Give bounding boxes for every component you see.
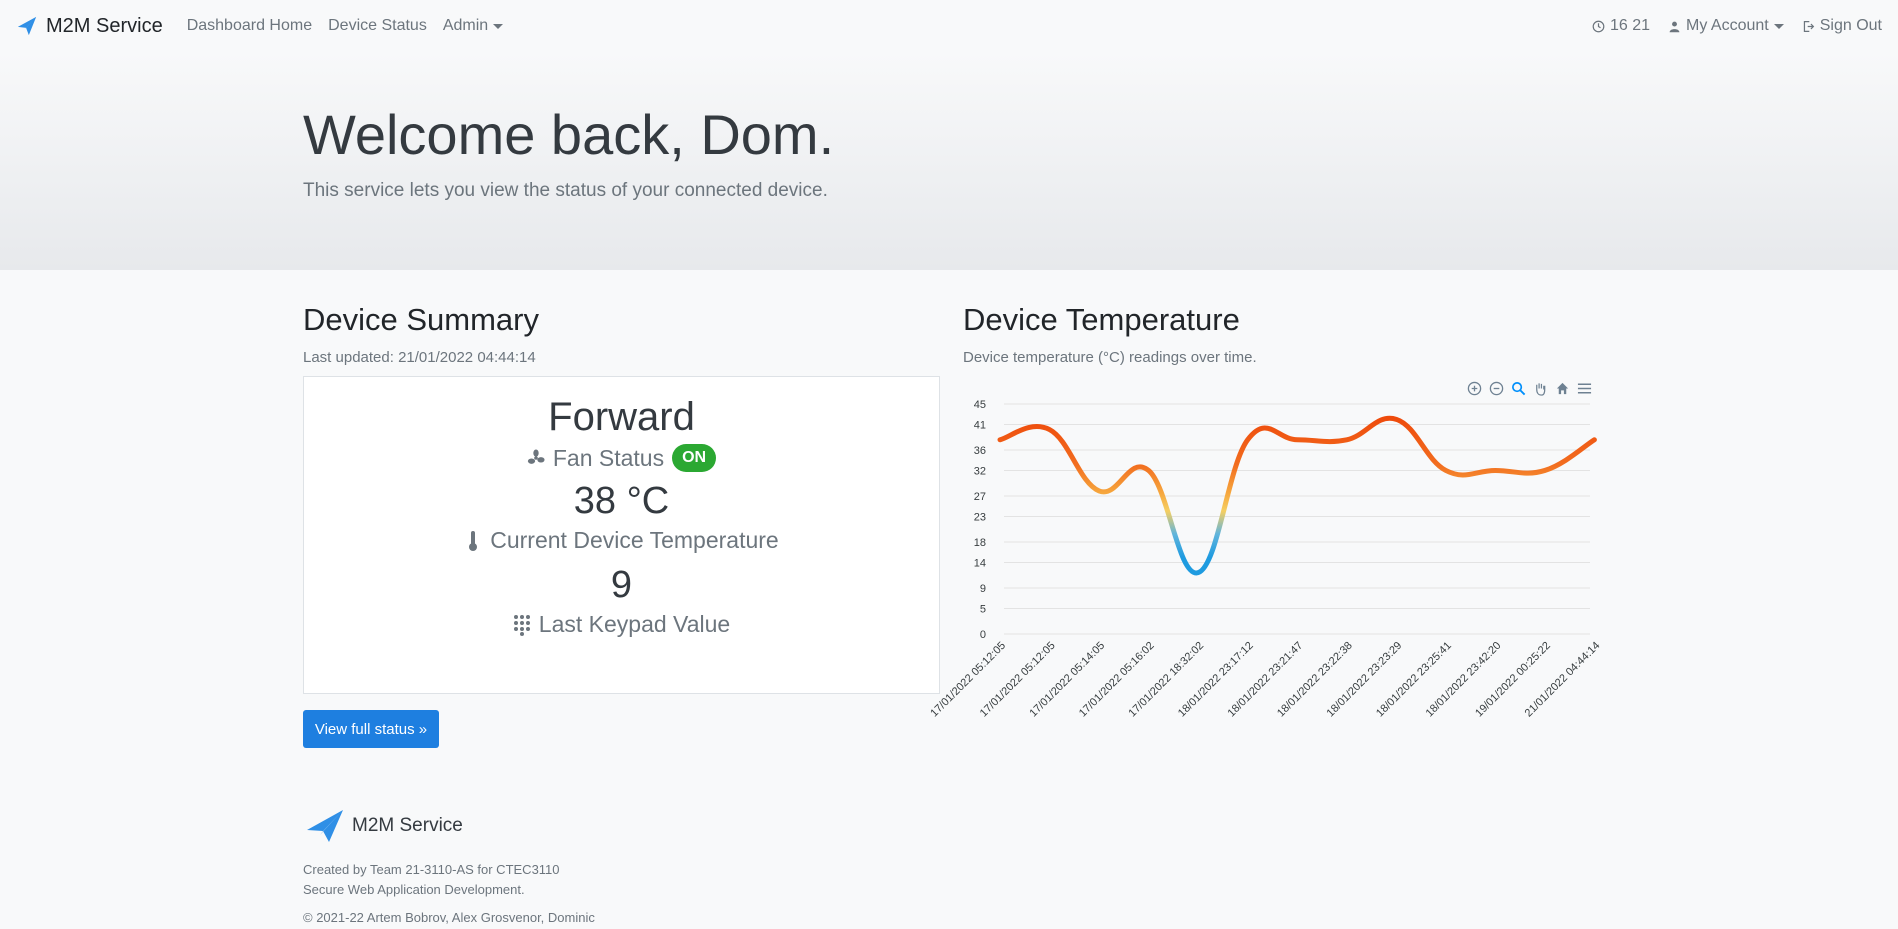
welcome-heading: Welcome back, Dom. bbox=[303, 103, 835, 166]
fan-mode-value: Forward bbox=[548, 395, 695, 439]
hero-jumbotron: Welcome back, Dom. This service lets you… bbox=[0, 52, 1898, 270]
user-icon bbox=[1669, 21, 1680, 32]
temperature-row: Current Device Temperature bbox=[464, 527, 779, 554]
my-account-dropdown[interactable]: My Account bbox=[1668, 17, 1784, 35]
temperature-chart-svg: 0591418232732364145 17/01/2022 05:12:051… bbox=[928, 399, 1602, 719]
caret-down-icon bbox=[493, 23, 504, 29]
y-tick-label: 32 bbox=[974, 465, 986, 477]
my-account-label: My Account bbox=[1686, 17, 1769, 34]
keypad-value: 9 bbox=[610, 564, 633, 606]
y-tick-label: 45 bbox=[974, 399, 986, 411]
y-tick-label: 36 bbox=[974, 445, 986, 457]
view-full-status-button[interactable]: View full status » bbox=[303, 710, 439, 748]
caret-down-icon bbox=[1773, 23, 1784, 29]
y-tick-label: 9 bbox=[980, 583, 986, 595]
device-temperature-heading: Device Temperature bbox=[963, 302, 1240, 337]
footer-brand-name: M2M Service bbox=[352, 815, 463, 836]
keypad-row: Last Keypad Value bbox=[513, 611, 730, 638]
paper-plane-icon bbox=[17, 16, 37, 36]
nav-dashboard-home[interactable]: Dashboard Home bbox=[187, 17, 312, 35]
admin-label: Admin bbox=[442, 17, 489, 34]
keypad-icon bbox=[513, 614, 530, 636]
keypad-label: Last Keypad Value bbox=[538, 611, 731, 637]
sign-out-icon bbox=[1803, 20, 1814, 32]
nav-device-status[interactable]: Device Status bbox=[328, 17, 427, 35]
welcome-subtitle: This service lets you view the status of… bbox=[303, 180, 828, 201]
clock-display: 16 21 bbox=[1592, 17, 1650, 35]
fan-status-badge: ON bbox=[672, 444, 717, 472]
device-summary-card: Forward Fan Status ON 38 °C Current Devi… bbox=[303, 376, 940, 694]
sign-out-link[interactable]: Sign Out bbox=[1802, 17, 1882, 35]
last-updated-text: Last updated: 21/01/2022 04:44:14 bbox=[303, 349, 536, 366]
y-tick-label: 41 bbox=[974, 419, 986, 431]
brand-link[interactable]: M2M Service bbox=[16, 15, 163, 38]
sign-out-label: Sign Out bbox=[1819, 17, 1882, 34]
temperature-subtitle: Device temperature (°C) readings over ti… bbox=[963, 349, 1257, 366]
fan-status-row: Fan Status ON bbox=[527, 444, 717, 472]
y-tick-label: 0 bbox=[980, 629, 986, 641]
y-tick-label: 5 bbox=[980, 603, 986, 615]
temperature-chart: 0 5 9 14 18 23 27 32 36 41 45 17/01/2022 05:12:05 1… bbox=[928, 376, 1602, 736]
temperature-label: Current Device Temperature bbox=[490, 527, 779, 553]
y-tick-label: 23 bbox=[974, 511, 986, 523]
clock-time: 16 21 bbox=[1609, 17, 1651, 34]
current-temperature-value: 38 °C bbox=[573, 480, 670, 522]
brand-name: M2M Service bbox=[46, 14, 163, 37]
fan-status-label: Fan Status bbox=[552, 444, 665, 471]
fan-icon bbox=[527, 449, 545, 464]
footer-brand: M2M Service bbox=[306, 808, 463, 844]
thermometer-icon bbox=[469, 530, 478, 551]
nav-admin-dropdown[interactable]: Admin bbox=[442, 17, 504, 35]
footer-credit: Created by Team 21-3110-AS for CTEC3110 … bbox=[303, 862, 560, 897]
paper-plane-icon bbox=[307, 810, 343, 842]
footer-copyright: © 2021-22 Artem Bobrov, Alex Grosvenor, … bbox=[303, 910, 595, 925]
clock-icon bbox=[1592, 20, 1605, 32]
y-tick-label: 14 bbox=[974, 557, 986, 569]
y-tick-label: 18 bbox=[974, 537, 986, 549]
device-summary-heading: Device Summary bbox=[303, 302, 539, 337]
y-tick-label: 27 bbox=[974, 491, 986, 503]
top-navbar: M2M Service Dashboard Home Device Status… bbox=[0, 0, 1898, 52]
